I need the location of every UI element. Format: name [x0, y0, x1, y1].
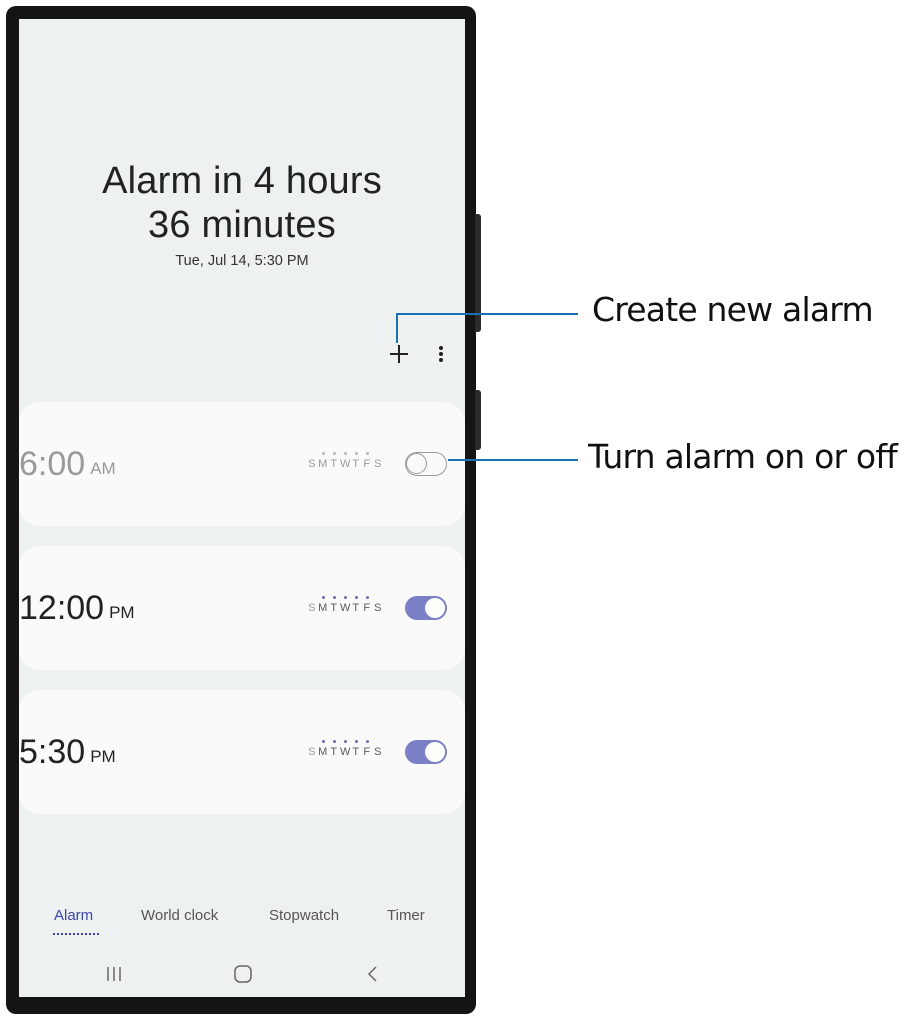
weekday-letter: F	[363, 746, 372, 758]
weekday-selected-dot	[366, 452, 369, 455]
weekday-label: M	[318, 596, 329, 614]
weekday-selected-dot	[333, 596, 336, 599]
alarm-card[interactable]: 6:00 AM S M T W T F S	[19, 402, 465, 526]
active-tab-indicator	[53, 933, 99, 935]
weekday-selected-dot	[344, 596, 347, 599]
weekday-label: W	[340, 740, 351, 758]
tab-timer[interactable]: Timer	[387, 907, 425, 924]
weekday-letter: S	[308, 458, 317, 470]
weekday-label: S	[373, 746, 384, 758]
next-alarm-line-1: Alarm in 4 hours	[102, 160, 382, 202]
alarm-ampm: PM	[109, 603, 135, 622]
weekday-selected-dot	[333, 452, 336, 455]
toggle-knob	[424, 741, 446, 763]
weekday-label: T	[351, 452, 362, 470]
system-nav-bar	[19, 954, 465, 994]
weekday-letter: S	[374, 746, 383, 758]
clock-screen: Alarm in 4 hours 36 minutes Tue, Jul 14,…	[19, 19, 465, 997]
weekday-letter: T	[352, 602, 361, 614]
weekday-label: T	[329, 740, 340, 758]
weekday-label: S	[307, 458, 318, 470]
weekday-letter: T	[330, 458, 339, 470]
weekday-letter: T	[352, 746, 361, 758]
weekday-label: T	[351, 740, 362, 758]
alarm-time: 6:00 AM	[19, 402, 116, 526]
alarm-ampm: PM	[90, 747, 116, 766]
weekday-selected-dot	[322, 596, 325, 599]
weekday-letter: S	[374, 458, 383, 470]
weekday-label: F	[362, 596, 373, 614]
callout-turn-alarm-on-off: Turn alarm on or off	[588, 437, 898, 476]
weekday-selected-dot	[366, 596, 369, 599]
weekday-letter: F	[363, 458, 372, 470]
weekday-selected-dot	[355, 740, 358, 743]
weekday-label: S	[373, 602, 384, 614]
tab-stopwatch[interactable]: Stopwatch	[269, 907, 339, 924]
alarm-time-value: 6:00	[19, 444, 86, 483]
back-icon[interactable]	[366, 964, 380, 984]
weekday-label: T	[351, 596, 362, 614]
callout-create-new-alarm: Create new alarm	[592, 290, 874, 329]
alarm-repeat-days: SMTWTFS	[307, 690, 384, 814]
weekday-letter: S	[308, 602, 317, 614]
alarm-time: 5:30 PM	[19, 690, 116, 814]
tab-alarm[interactable]: Alarm	[54, 907, 93, 924]
alarm-card[interactable]: 12:00 PM S M T W T F S	[19, 546, 465, 670]
weekday-selected-dot	[322, 452, 325, 455]
recents-icon[interactable]	[105, 964, 123, 984]
weekday-label: F	[362, 740, 373, 758]
toggle-knob	[424, 597, 446, 619]
weekday-label: W	[340, 452, 351, 470]
weekday-letter: F	[363, 602, 372, 614]
weekday-letter: M	[318, 458, 329, 470]
alarm-toggle[interactable]	[405, 452, 447, 476]
home-icon[interactable]	[233, 964, 253, 984]
weekday-label: F	[362, 452, 373, 470]
weekday-letter: S	[308, 746, 317, 758]
weekday-letter: M	[318, 602, 329, 614]
next-alarm-date: Tue, Jul 14, 5:30 PM	[175, 253, 309, 269]
weekday-label: W	[340, 596, 351, 614]
weekday-label: S	[307, 746, 318, 758]
weekday-selected-dot	[355, 452, 358, 455]
alarm-time-value: 12:00	[19, 588, 105, 627]
weekday-label: M	[318, 452, 329, 470]
weekday-selected-dot	[344, 452, 347, 455]
weekday-selected-dot	[344, 740, 347, 743]
next-alarm-header: Alarm in 4 hours 36 minutes Tue, Jul 14,…	[19, 159, 465, 269]
next-alarm-line-2: 36 minutes	[148, 204, 336, 246]
weekday-label: S	[373, 458, 384, 470]
weekday-letter: T	[330, 602, 339, 614]
weekday-letter: S	[374, 602, 383, 614]
weekday-letter: M	[318, 746, 329, 758]
weekday-label: T	[329, 596, 340, 614]
alarm-time-value: 5:30	[19, 732, 86, 771]
weekday-selected-dot	[333, 740, 336, 743]
weekday-selected-dot	[322, 740, 325, 743]
weekday-label: M	[318, 740, 329, 758]
alarm-time: 12:00 PM	[19, 546, 135, 670]
more-vert-icon[interactable]	[433, 342, 449, 366]
alarm-repeat-days: SMTWTFS	[307, 546, 384, 670]
plus-icon[interactable]	[387, 342, 411, 366]
callout-line-toggle	[448, 459, 578, 461]
alarm-ampm: AM	[90, 459, 116, 478]
tab-world-clock[interactable]: World clock	[141, 907, 218, 924]
toggle-knob	[406, 453, 427, 474]
alarm-card[interactable]: 5:30 PM S M T W T F S	[19, 690, 465, 814]
weekday-label: S	[307, 602, 318, 614]
weekday-letter: T	[330, 746, 339, 758]
power-button	[475, 390, 481, 450]
alarm-repeat-days: SMTWTFS	[307, 402, 384, 526]
callout-line-create-vertical	[396, 313, 398, 343]
weekday-letter: T	[352, 458, 361, 470]
alarm-toggle[interactable]	[405, 596, 447, 620]
callout-line-create-horizontal	[396, 313, 578, 315]
weekday-selected-dot	[366, 740, 369, 743]
alarm-toggle[interactable]	[405, 740, 447, 764]
weekday-label: T	[329, 452, 340, 470]
weekday-selected-dot	[355, 596, 358, 599]
